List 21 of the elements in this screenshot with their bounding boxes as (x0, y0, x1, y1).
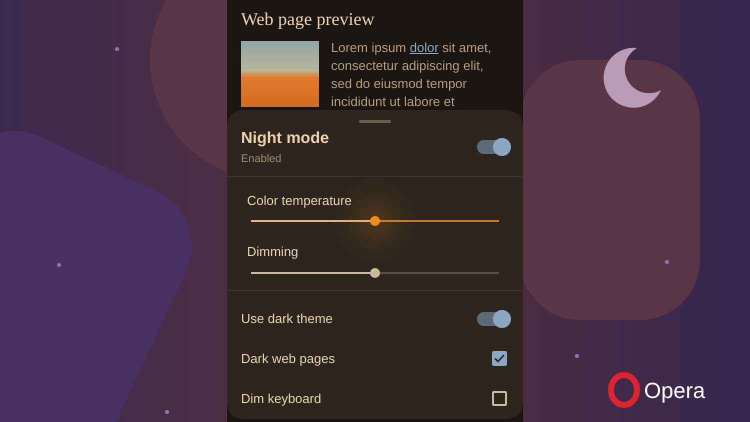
checkmark-icon (494, 354, 505, 363)
moon-icon (603, 46, 663, 108)
option-label: Dark web pages (241, 350, 335, 368)
checkbox[interactable] (492, 391, 507, 406)
preview-paragraph: Lorem ipsum dolor sit amet, consectetur adipiscing elit, sed do eiusmod tempor incididunt ut labore et (331, 39, 492, 111)
checkbox[interactable] (492, 351, 507, 366)
slider-thumb[interactable] (370, 268, 380, 278)
preview-title: Web page preview (241, 8, 376, 31)
ring-logo-icon (608, 372, 640, 408)
night-mode-status: Enabled (241, 152, 282, 167)
slider-thumb[interactable] (370, 216, 380, 226)
option-label: Dim keyboard (241, 390, 322, 408)
drag-handle[interactable] (359, 120, 391, 123)
option-label: Use dark theme (241, 310, 333, 328)
text-link[interactable]: dolor (410, 40, 439, 55)
brand-name: Opera (644, 376, 706, 405)
slider-label: Dimming (247, 243, 300, 261)
night-mode-title: Night mode (241, 129, 329, 149)
toggle-switch[interactable] (477, 312, 509, 326)
toggle-switch[interactable] (477, 140, 509, 154)
slider-label: Color temperature (247, 192, 353, 210)
